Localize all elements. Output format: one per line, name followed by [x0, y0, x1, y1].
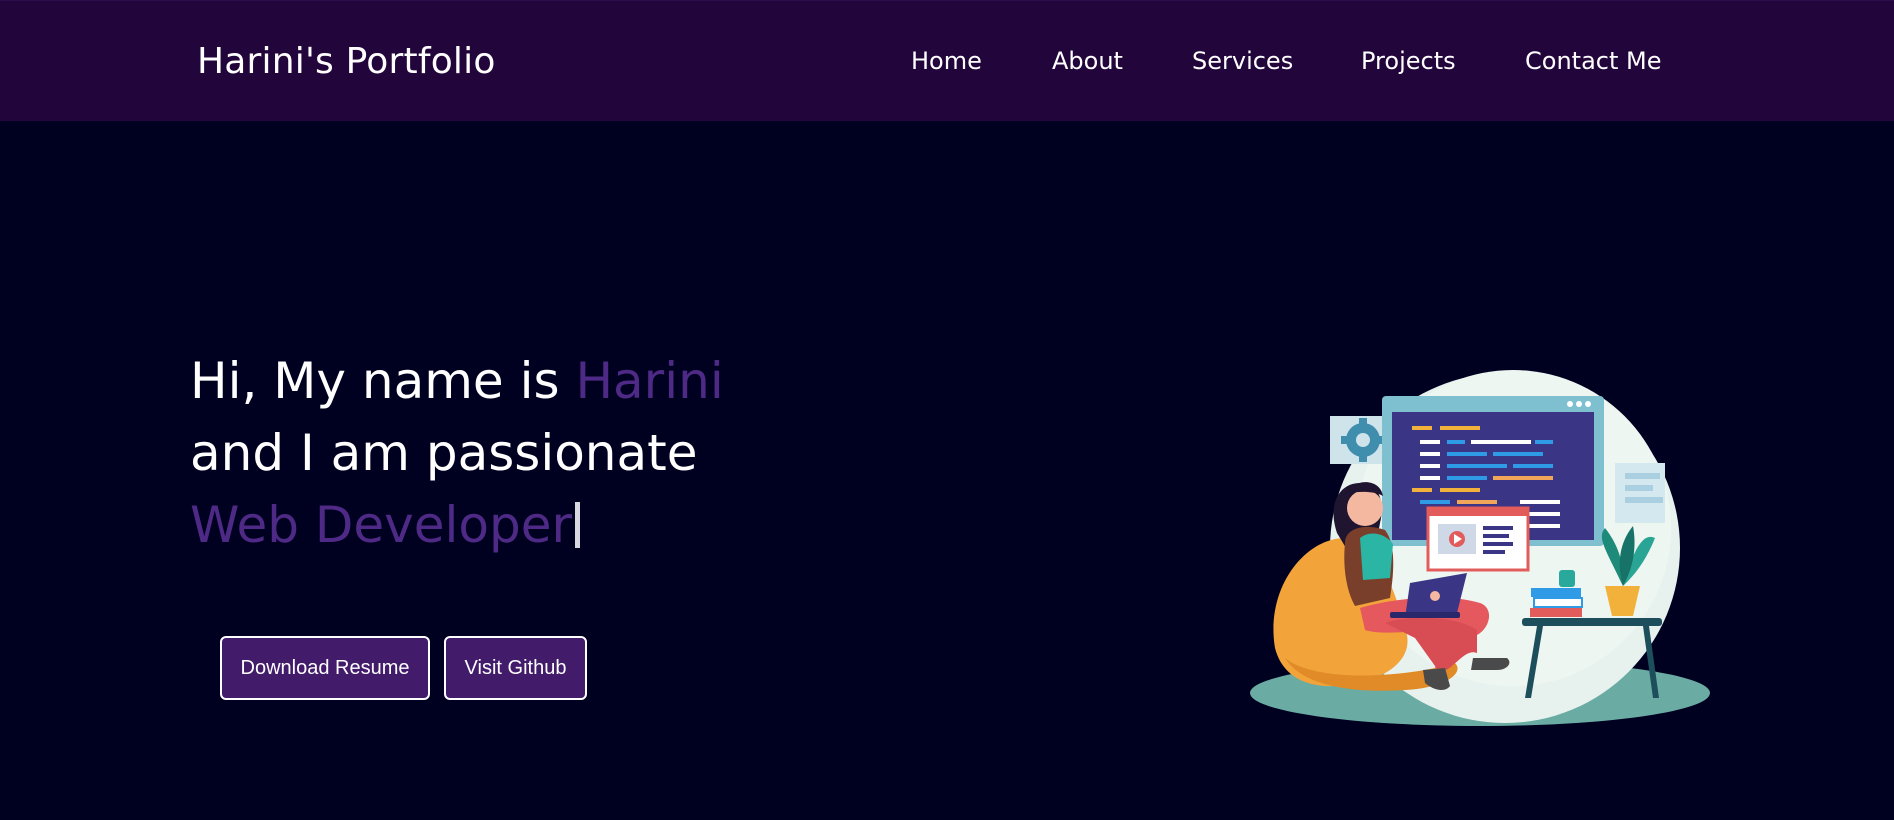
download-resume-button[interactable]: Download Resume: [220, 636, 430, 700]
hero-line-2: and I am passionate: [190, 424, 698, 482]
typing-cursor: [575, 502, 581, 548]
hero-role-typed: Web Developer: [190, 496, 573, 554]
hero-line-3: Web Developer: [190, 489, 724, 561]
nav-links: Home About Services Projects Contact Me: [0, 1, 1894, 122]
nav-link-services[interactable]: Services: [1192, 47, 1293, 75]
nav-link-home[interactable]: Home: [911, 47, 982, 75]
hero-intro-text: Hi, My name is: [190, 352, 576, 410]
navbar: Harini's Portfolio Home About Services P…: [0, 0, 1894, 121]
visit-github-button[interactable]: Visit Github: [444, 636, 587, 700]
nav-link-projects[interactable]: Projects: [1361, 47, 1456, 75]
nav-link-about[interactable]: About: [1052, 47, 1123, 75]
nav-link-contact-me[interactable]: Contact Me: [1525, 47, 1661, 75]
developer-at-laptop-illustration: [1250, 370, 1710, 726]
hero-heading: Hi, My name is Harini and I am passionat…: [190, 345, 724, 561]
hero-name: Harini: [575, 352, 724, 410]
hero-line-1: Hi, My name is Harini: [190, 345, 724, 417]
